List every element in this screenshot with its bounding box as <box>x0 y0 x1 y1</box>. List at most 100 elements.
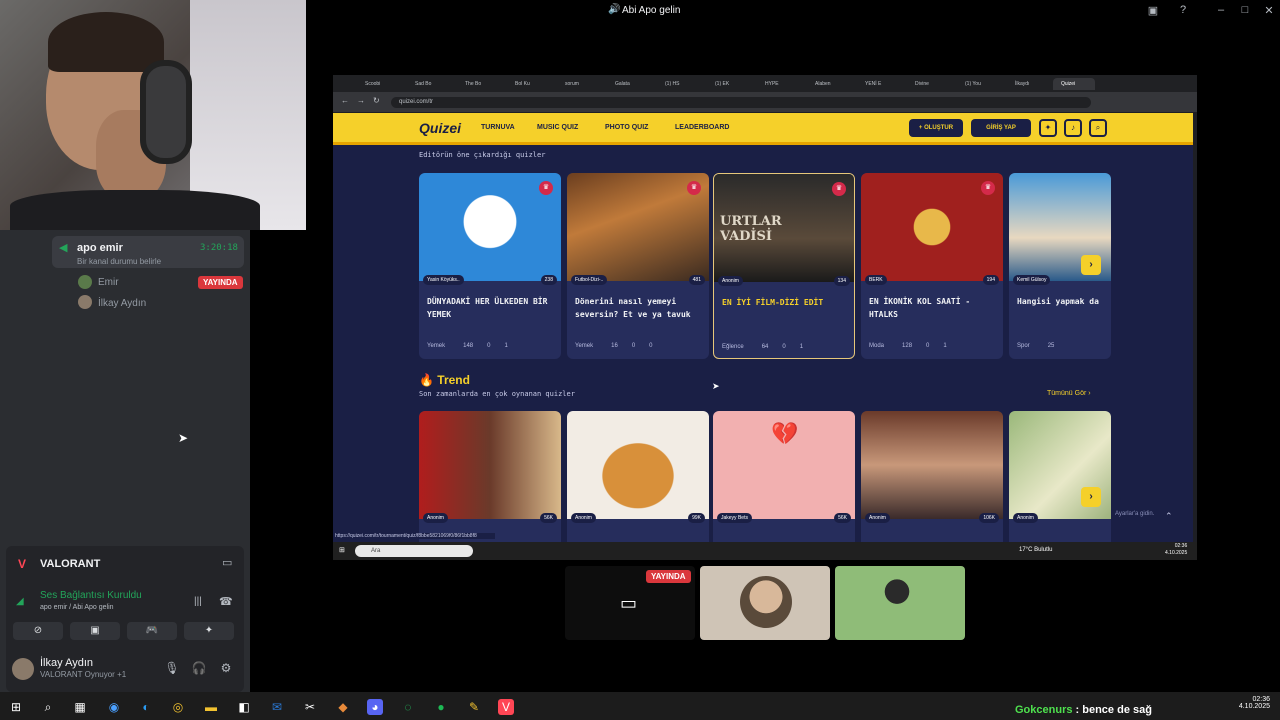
author-badge[interactable]: Jakeyy Bets <box>717 513 752 523</box>
search-icon[interactable]: ⌕ <box>40 699 56 715</box>
forward-icon[interactable]: → <box>357 96 365 105</box>
browser-tab[interactable]: (1) You <box>957 78 999 90</box>
disconnect-icon[interactable]: ☎ <box>219 595 233 608</box>
next-arrow-icon[interactable]: › <box>1081 255 1101 275</box>
avatar[interactable] <box>12 658 34 680</box>
login-button[interactable]: GİRİŞ YAP <box>971 119 1031 137</box>
browser-tab[interactable]: (1) HS <box>657 78 699 90</box>
quiz-card[interactable]: Anonim 99K <box>567 411 709 560</box>
back-icon[interactable]: ← <box>341 96 349 105</box>
outlook-icon[interactable]: ✉ <box>269 699 285 715</box>
store-icon[interactable]: ◧ <box>236 699 252 715</box>
edge-icon[interactable]: ◐ <box>138 699 154 715</box>
nav-turnuva[interactable]: TURNUVA <box>481 124 515 131</box>
connection-status[interactable]: Ses Bağlantısı Kuruldu <box>40 590 142 601</box>
author-badge[interactable]: Anonim <box>571 513 596 523</box>
browser-tab[interactable]: YENİ E <box>857 78 899 90</box>
author-badge[interactable]: Anonim <box>865 513 890 523</box>
member-name[interactable]: İlkay Aydın <box>98 298 146 309</box>
noise-suppression-icon[interactable]: ||| <box>194 596 202 607</box>
create-button[interactable]: + OLUŞTUR <box>909 119 963 137</box>
settings-icon[interactable]: ⚙ <box>218 661 234 677</box>
member-name[interactable]: Emir <box>98 277 119 288</box>
browser-tab[interactable]: Alaben <box>807 78 849 90</box>
spotify-icon[interactable]: ● <box>433 699 449 715</box>
author-badge[interactable]: Anonim <box>423 513 448 523</box>
quiz-card[interactable]: 💔 Jakeyy Bets 56K <box>713 411 855 560</box>
share-screen-button[interactable]: ▣ <box>70 622 120 640</box>
file-explorer-icon[interactable]: ▬ <box>203 699 219 715</box>
start-icon[interactable]: ⊞ <box>339 546 345 554</box>
live-badge: YAYINDA <box>646 570 691 583</box>
activity-screen-icon[interactable]: ▭ <box>222 556 232 569</box>
browser-tab[interactable]: HYPE <box>757 78 799 90</box>
next-arrow-icon[interactable]: › <box>1081 487 1101 507</box>
notification-icon[interactable]: ♪ <box>1064 119 1082 137</box>
scroll-top-icon[interactable]: ⌃ <box>1165 511 1173 522</box>
quiz-card[interactable]: ♛ Yasin Köyüks.. 238 DÜNYADAKİ HER ÜLKED… <box>419 173 561 359</box>
close-icon[interactable]: ✕ <box>1260 4 1278 18</box>
quiz-title[interactable]: Dönerini nasıl yemeyi seversin? Et ve ya… <box>575 295 703 321</box>
copilot-icon[interactable]: ◉ <box>106 699 122 715</box>
browser-tab[interactable]: Bol Ku <box>507 78 549 90</box>
quiz-card[interactable]: Anonim 106K <box>861 411 1003 560</box>
browser-tab-active[interactable]: Quizei <box>1053 78 1095 90</box>
browser-tab[interactable]: The Bo <box>457 78 499 90</box>
activity-button[interactable]: 🎮 <box>127 622 177 640</box>
task-view-icon[interactable]: ▦ <box>72 699 88 715</box>
address-bar[interactable]: quizei.com/tr <box>391 97 1091 108</box>
help-icon[interactable]: ? <box>1174 4 1192 18</box>
headphones-icon[interactable]: 🎧 <box>191 661 207 677</box>
search-icon[interactable]: ⌕ <box>1089 119 1107 137</box>
quiz-title[interactable]: EN İYİ FİLM-DİZİ EDİT <box>722 296 850 309</box>
nav-leaderboard[interactable]: LEADERBOARD <box>675 124 729 131</box>
browser-tab[interactable]: (1) EK <box>707 78 749 90</box>
quiz-card[interactable]: URTLAR VADİSİ ♛ Anonim 134 EN İYİ FİLM-Dİ… <box>713 173 855 359</box>
author-badge[interactable]: Anonim <box>718 276 743 286</box>
windows-start-icon[interactable]: ⊞ <box>8 699 24 715</box>
author-badge[interactable]: BERK <box>865 275 887 285</box>
call-timer: 3:20:18 <box>200 243 238 253</box>
nav-music-quiz[interactable]: MUSIC QUIZ <box>537 124 578 131</box>
channel-status[interactable]: Bir kanal durumu belirle <box>77 257 161 266</box>
office-icon[interactable]: ◆ <box>335 699 351 715</box>
broken-heart-icon: 💔 <box>771 421 799 446</box>
snipping-icon[interactable]: ✂ <box>302 699 318 715</box>
browser-tab[interactable]: İlkaydı <box>1007 78 1049 90</box>
system-clock[interactable]: 02:36 4.10.2025 <box>1234 696 1270 710</box>
microphone-icon[interactable]: 🎙 <box>164 661 180 677</box>
quizei-logo[interactable]: Quizei <box>419 120 461 136</box>
fullscreen-icon[interactable]: ▣ <box>1144 4 1162 18</box>
valorant-taskbar-icon[interactable]: V <box>498 699 514 715</box>
quiz-title[interactable]: EN İKONİK KOL SAATİ - HTALKS <box>869 295 997 321</box>
browser-tab[interactable]: Galata <box>607 78 649 90</box>
author-badge[interactable]: Yasin Köyüks.. <box>423 275 464 285</box>
shared-screen[interactable]: Scoobi Sad Bo The Bo Bol Ku sorum Galata… <box>333 75 1197 560</box>
inner-search[interactable]: Ara <box>355 545 473 557</box>
browser-tab[interactable]: Divine <box>907 78 949 90</box>
nav-photo-quiz[interactable]: PHOTO QUIZ <box>605 124 648 131</box>
browser-tab[interactable]: Sad Bo <box>407 78 449 90</box>
plays-badge: 56K <box>834 513 851 523</box>
author-badge[interactable]: Anonim <box>1013 513 1038 523</box>
notepad-icon[interactable]: ✎ <box>466 699 482 715</box>
soundboard-button[interactable]: ✦ <box>184 622 234 640</box>
theme-icon[interactable]: ✦ <box>1039 119 1057 137</box>
browser-tab[interactable]: sorum <box>557 78 599 90</box>
see-all-link[interactable]: Tümünü Gör › <box>1047 390 1091 397</box>
camera-off-button[interactable]: ⊘ <box>13 622 63 640</box>
chrome-icon[interactable]: ◎ <box>170 699 186 715</box>
quiz-card[interactable]: ♛ BERK 194 EN İKONİK KOL SAATİ - HTALKS … <box>861 173 1003 359</box>
author-badge[interactable]: Kemil Gülsoy <box>1013 275 1051 285</box>
reload-icon[interactable]: ↻ <box>373 96 380 105</box>
author-badge[interactable]: Futbol-Dizi-.. <box>571 275 608 285</box>
quiz-title[interactable]: Hangisi yapmak da <box>1017 295 1111 308</box>
browser-tab[interactable]: Scoobi <box>357 78 399 90</box>
maximize-icon[interactable]: □ <box>1236 4 1254 18</box>
whatsapp-icon[interactable]: ◌ <box>400 699 416 715</box>
quiz-card[interactable]: Anonim <box>1009 411 1111 560</box>
quiz-card[interactable]: ♛ Futbol-Dizi-.. 481 Dönerini nasıl yeme… <box>567 173 709 359</box>
minimize-icon[interactable]: – <box>1212 4 1230 18</box>
discord-icon[interactable]: ◕ <box>367 699 383 715</box>
quiz-title[interactable]: DÜNYADAKİ HER ÜLKEDEN BİR YEMEK <box>427 295 555 321</box>
